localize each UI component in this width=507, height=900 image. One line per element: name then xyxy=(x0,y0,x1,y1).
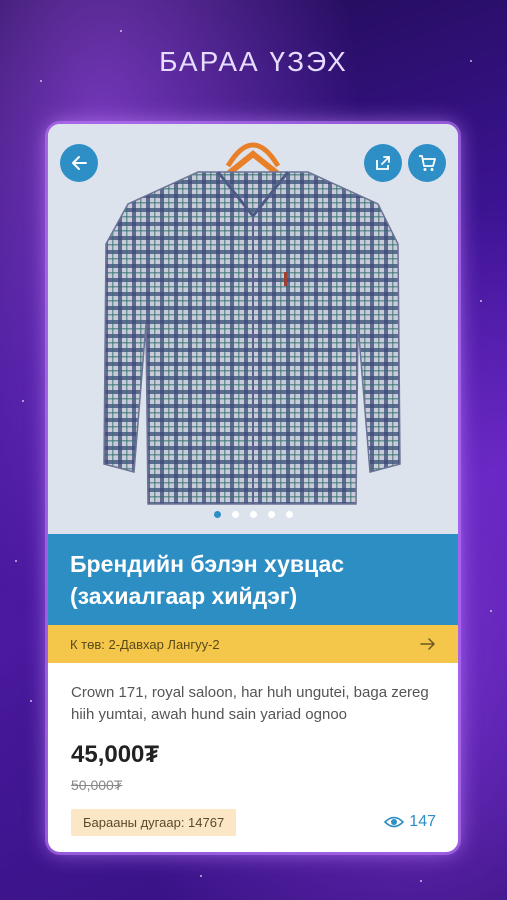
page-title: БАРАА ҮЗЭХ xyxy=(159,46,348,77)
share-icon xyxy=(376,156,390,170)
back-button[interactable] xyxy=(60,144,98,182)
share-button[interactable] xyxy=(364,144,402,182)
shirt-image xyxy=(103,142,401,505)
product-photo[interactable] xyxy=(48,124,458,534)
location-text: К төв: 2-Давхар Лангуу-2 xyxy=(70,636,220,652)
product-code-badge: Барааны дугаар: 14767 xyxy=(71,809,237,836)
product-price: 45,000₮ xyxy=(71,741,160,768)
product-description: Crown 171, royal saloon, har huh ungutei… xyxy=(71,684,429,723)
gallery-dot[interactable] xyxy=(231,511,239,518)
arrow-left-icon xyxy=(72,156,87,170)
view-count-value: 147 xyxy=(409,813,436,830)
gallery-dot[interactable] xyxy=(213,511,221,518)
product-old-price: 50,000₮ xyxy=(71,777,123,793)
product-card: Брендийн бэлэн хувцас (захиалгаар хийдэг… xyxy=(48,124,458,852)
gallery-pagination xyxy=(48,511,458,518)
gallery-dot[interactable] xyxy=(267,511,275,518)
product-title-band: Брендийн бэлэн хувцас (захиалгаар хийдэг… xyxy=(48,534,458,625)
eye-icon xyxy=(384,816,405,828)
cart-button[interactable] xyxy=(408,144,446,182)
product-title-line2: (захиалгаар хийдэг) xyxy=(70,583,298,609)
product-title-line1: Брендийн бэлэн хувцас xyxy=(70,551,345,577)
gallery-dot[interactable] xyxy=(285,511,293,518)
gallery-dot[interactable] xyxy=(249,511,257,518)
view-count: 147 xyxy=(384,813,436,831)
cart-icon xyxy=(419,155,436,171)
location-bar[interactable]: К төв: 2-Давхар Лангуу-2 xyxy=(48,625,458,663)
arrow-right-icon xyxy=(420,638,435,650)
